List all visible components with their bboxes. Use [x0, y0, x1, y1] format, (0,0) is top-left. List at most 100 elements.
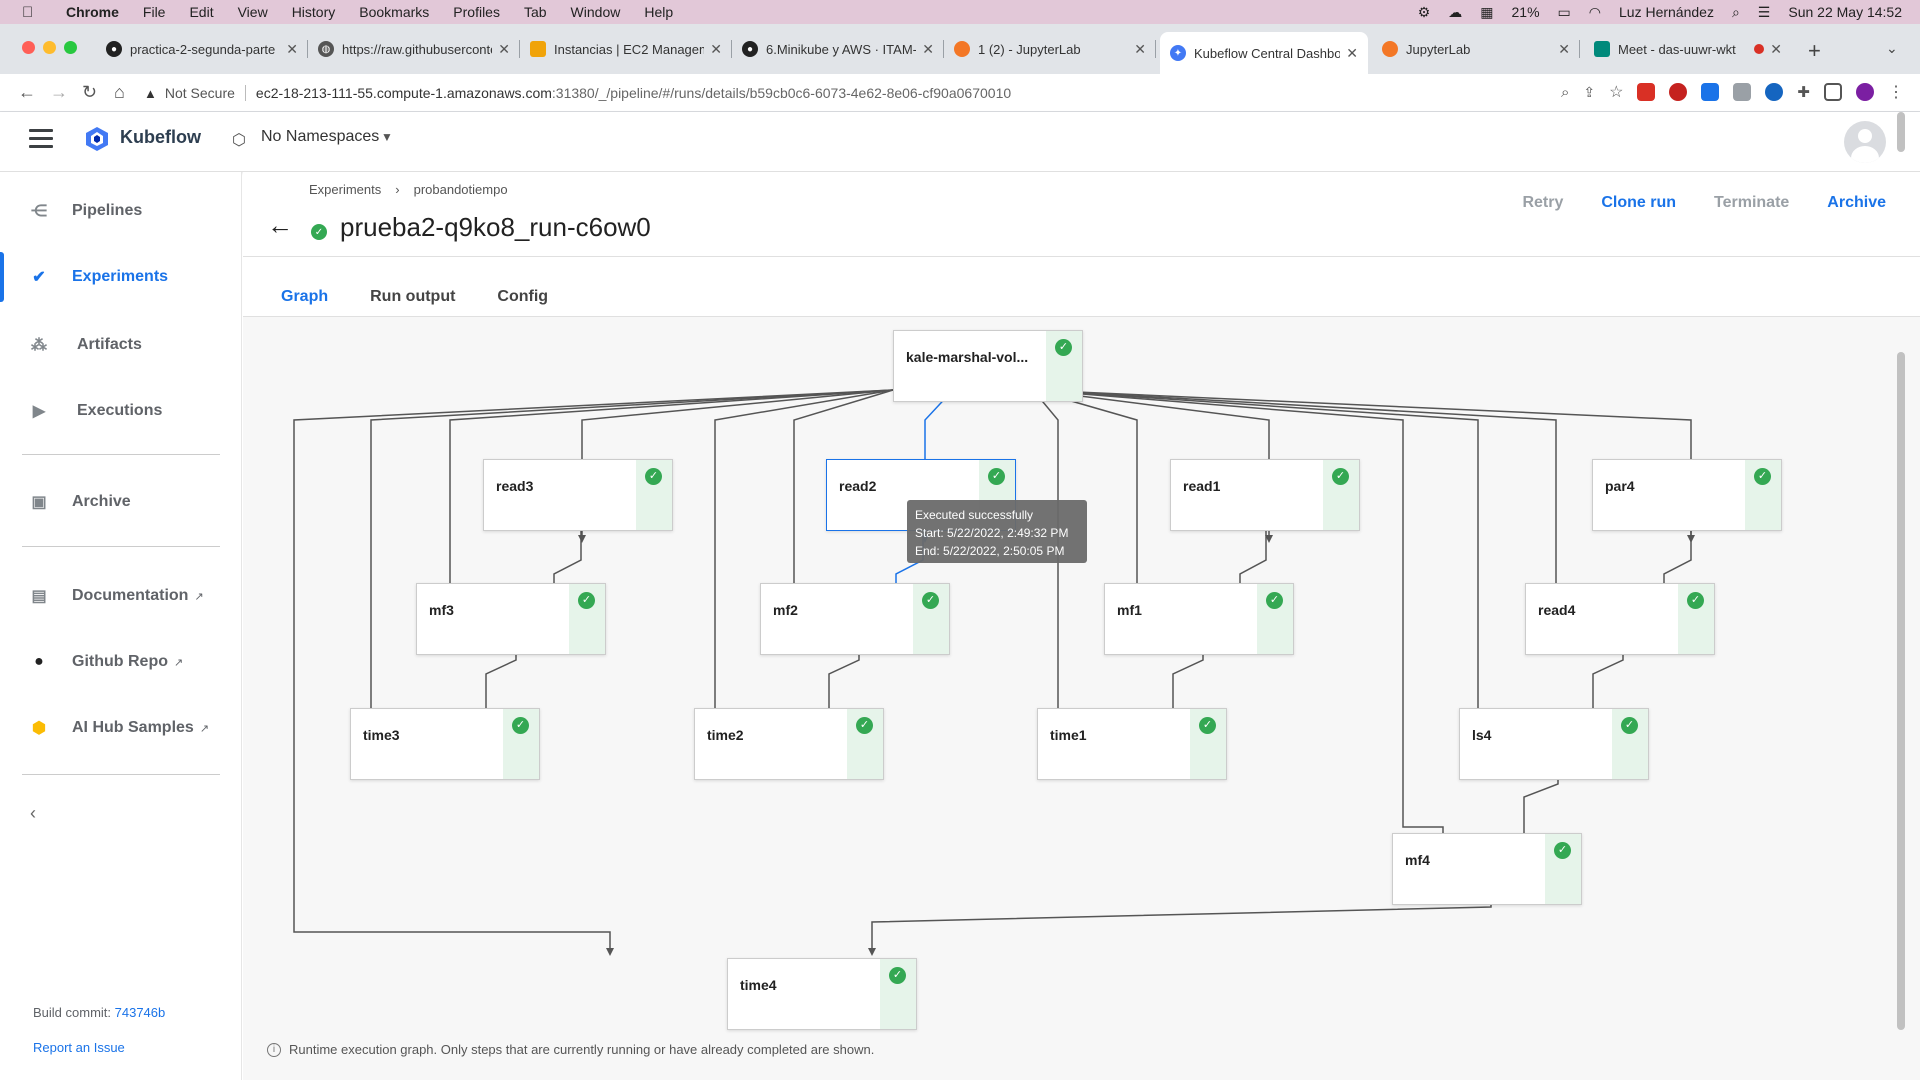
- sidebar-item-executions[interactable]: ▶ Executions: [0, 386, 242, 436]
- forward-icon[interactable]: →: [50, 82, 68, 103]
- caret-down-icon[interactable]: ▼: [381, 130, 393, 144]
- menu-tab[interactable]: Tab: [524, 4, 547, 20]
- spotlight-icon[interactable]: ⌕: [1732, 4, 1740, 21]
- graph-node-time4[interactable]: time4 ✓: [727, 958, 917, 1030]
- calendar-icon[interactable]: ▦: [1480, 4, 1493, 21]
- menu-help[interactable]: Help: [644, 4, 673, 20]
- graph-node-mf1[interactable]: mf1 ✓: [1104, 583, 1294, 655]
- back-icon[interactable]: ←: [18, 82, 36, 103]
- close-tab-icon[interactable]: ✕: [922, 41, 934, 58]
- user-name[interactable]: Luz Hernández: [1619, 4, 1714, 20]
- extension-icon[interactable]: [1669, 83, 1688, 101]
- archive-button[interactable]: Archive: [1827, 194, 1886, 212]
- browser-tab-2[interactable]: ◍ https://raw.githubuserconte ✕: [308, 32, 520, 66]
- wifi-icon[interactable]: ◠: [1589, 4, 1601, 21]
- close-tab-icon[interactable]: ✕: [1346, 45, 1358, 62]
- menu-app[interactable]: Chrome: [66, 4, 119, 20]
- close-tab-icon[interactable]: ✕: [710, 41, 722, 58]
- back-arrow-icon[interactable]: ←: [267, 210, 293, 241]
- apple-icon[interactable]: : [22, 4, 42, 21]
- close-tab-icon[interactable]: ✕: [1134, 41, 1146, 58]
- graph-node-read1[interactable]: read1 ✓: [1170, 459, 1360, 531]
- extension-icon[interactable]: [1733, 83, 1752, 101]
- menu-file[interactable]: File: [143, 4, 166, 20]
- kebab-menu-icon[interactable]: ⋮: [1888, 82, 1904, 102]
- retry-button[interactable]: Retry: [1522, 194, 1563, 212]
- menu-history[interactable]: History: [292, 4, 336, 20]
- browser-tab-7[interactable]: JupyterLab ✕: [1372, 32, 1580, 66]
- sidebar-item-experiments[interactable]: ✔ Experiments: [0, 252, 242, 302]
- sidebar-item-artifacts[interactable]: ⁂ Artifacts: [0, 320, 242, 370]
- cloud-icon[interactable]: ☁: [1448, 4, 1462, 21]
- profile-icon[interactable]: [1856, 83, 1874, 101]
- scrollbar-thumb-top[interactable]: [1897, 112, 1905, 152]
- hamburger-menu-icon[interactable]: [29, 129, 53, 149]
- zoom-icon[interactable]: ⌕: [1561, 84, 1569, 101]
- browser-tab-4[interactable]: ● 6.Minikube y AWS · ITAM- ✕: [732, 32, 944, 66]
- chevron-down-icon[interactable]: ⌄: [1886, 40, 1898, 57]
- graph-node-read3[interactable]: read3 ✓: [483, 459, 673, 531]
- build-commit-link[interactable]: 743746b: [115, 1005, 166, 1020]
- collapse-sidebar-icon[interactable]: ‹: [30, 803, 36, 824]
- close-tab-icon[interactable]: ✕: [1558, 41, 1570, 58]
- reload-icon[interactable]: ↻: [82, 82, 97, 103]
- browser-tab-6[interactable]: ✦ Kubeflow Central Dashbo ✕: [1160, 32, 1368, 74]
- sidebar-item-documentation[interactable]: ▤ Documentation ↗: [0, 571, 242, 621]
- sidebar-item-ai-hub-samples[interactable]: ⬢ AI Hub Samples ↗: [0, 703, 242, 753]
- sidebar-item-github-repo[interactable]: ● Github Repo ↗: [0, 637, 242, 687]
- graph-node-time3[interactable]: time3 ✓: [350, 708, 540, 780]
- bookmark-star-icon[interactable]: ☆: [1609, 82, 1623, 102]
- close-window-icon[interactable]: [22, 41, 35, 54]
- graph-node-ls4[interactable]: ls4 ✓: [1459, 708, 1649, 780]
- close-tab-icon[interactable]: ✕: [1770, 41, 1782, 58]
- graph-node-mf3[interactable]: mf3 ✓: [416, 583, 606, 655]
- brand-name[interactable]: Kubeflow: [120, 127, 201, 148]
- address-bar[interactable]: ▲ Not Secure ec2-18-213-111-55.compute-1…: [144, 80, 1544, 106]
- battery-icon[interactable]: ▭: [1558, 4, 1571, 21]
- browser-tab-3[interactable]: Instancias | EC2 Managem ✕: [520, 32, 732, 66]
- tab-config[interactable]: Config: [497, 288, 548, 319]
- graph-node-root[interactable]: kale-marshal-vol... ✓: [893, 330, 1083, 402]
- graph-node-par4[interactable]: par4 ✓: [1592, 459, 1782, 531]
- close-tab-icon[interactable]: ✕: [498, 41, 510, 58]
- browser-tab-1[interactable]: ● practica-2-segunda-parte ✕: [96, 32, 308, 66]
- sidebar-item-archive[interactable]: ▣ Archive: [0, 477, 242, 527]
- menu-window[interactable]: Window: [571, 4, 621, 20]
- clock[interactable]: Sun 22 May 14:52: [1788, 4, 1902, 20]
- status-icon[interactable]: ⚙: [1418, 4, 1431, 21]
- close-tab-icon[interactable]: ✕: [286, 41, 298, 58]
- menu-edit[interactable]: Edit: [189, 4, 213, 20]
- namespace-selector[interactable]: No Namespaces: [261, 128, 379, 146]
- scrollbar-thumb[interactable]: [1897, 352, 1905, 1030]
- graph-node-time2[interactable]: time2 ✓: [694, 708, 884, 780]
- breadcrumb-experiments[interactable]: Experiments: [309, 182, 381, 197]
- control-center-icon[interactable]: ☰: [1758, 4, 1771, 21]
- sidebar-item-pipelines[interactable]: ⋲ Pipelines: [0, 186, 242, 236]
- extension-icon[interactable]: [1701, 83, 1720, 101]
- adblock-icon[interactable]: [1637, 83, 1656, 101]
- graph-node-time1[interactable]: time1 ✓: [1037, 708, 1227, 780]
- tab-run-output[interactable]: Run output: [370, 288, 455, 319]
- sidepanel-icon[interactable]: [1824, 83, 1842, 101]
- graph-node-mf4[interactable]: mf4 ✓: [1392, 833, 1582, 905]
- graph-node-mf2[interactable]: mf2 ✓: [760, 583, 950, 655]
- puzzle-icon[interactable]: ✚: [1797, 83, 1810, 101]
- menu-bookmarks[interactable]: Bookmarks: [359, 4, 429, 20]
- menu-view[interactable]: View: [238, 4, 268, 20]
- terminate-button[interactable]: Terminate: [1714, 194, 1789, 212]
- avatar[interactable]: [1844, 121, 1886, 163]
- share-icon[interactable]: ⇪: [1583, 84, 1595, 101]
- minimize-window-icon[interactable]: [43, 41, 56, 54]
- menu-profiles[interactable]: Profiles: [453, 4, 500, 20]
- home-icon[interactable]: ⌂: [114, 82, 128, 103]
- breadcrumb-experiment[interactable]: probandotiempo: [414, 182, 508, 197]
- extension-icon[interactable]: [1765, 83, 1784, 101]
- tab-graph[interactable]: Graph: [281, 288, 329, 319]
- browser-tab-5[interactable]: 1 (2) - JupyterLab ✕: [944, 32, 1156, 66]
- clone-run-button[interactable]: Clone run: [1601, 194, 1676, 212]
- zoom-window-icon[interactable]: [64, 41, 77, 54]
- new-tab-icon[interactable]: +: [1808, 38, 1821, 64]
- browser-tab-8[interactable]: Meet - das-uuwr-wkt ✕: [1584, 32, 1792, 66]
- report-issue-link[interactable]: Report an Issue: [33, 1040, 125, 1055]
- graph-node-read4[interactable]: read4 ✓: [1525, 583, 1715, 655]
